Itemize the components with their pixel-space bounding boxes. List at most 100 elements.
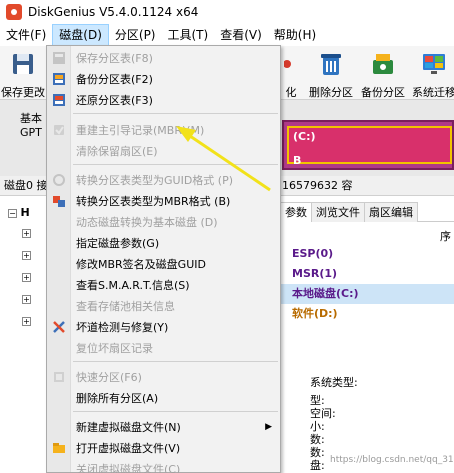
expand-icon[interactable]: +: [22, 228, 31, 238]
backup-table-icon: [53, 73, 65, 85]
app-window: DiskGenius V5.4.0.1124 x64 文件(F) 磁盘(D) 分…: [0, 0, 454, 473]
quick-partition-icon: [54, 372, 64, 382]
column-header: 序: [440, 230, 451, 243]
menu-item-storage-pool-info[interactable]: 查看存储池相关信息: [47, 296, 280, 317]
detail-line: 小:: [310, 420, 325, 433]
menu-item-smart-info[interactable]: 查看S.M.A.R.T.信息(S): [47, 275, 280, 296]
expand-icon[interactable]: +: [22, 316, 31, 326]
save-changes-label: 保存更改: [1, 86, 45, 99]
tree-root-label: H: [20, 206, 30, 219]
backup-partition-label: 备份分区: [361, 86, 405, 99]
app-logo-icon: [6, 4, 22, 20]
expand-icon[interactable]: +: [22, 250, 31, 260]
title-bar: DiskGenius V5.4.0.1124 x64: [0, 0, 454, 24]
save-changes-button[interactable]: 保存更改: [0, 48, 46, 99]
disk-summary: 基本 GPT: [20, 112, 42, 140]
partition-c-name: (C:): [293, 130, 316, 143]
open-vdisk-icon: [53, 443, 65, 453]
menu-help[interactable]: 帮助(H): [268, 24, 322, 46]
details-panel: 参数 浏览文件 扇区编辑 序 ESP(0) MSR(1) 本地磁盘(C:) 软件…: [280, 196, 454, 473]
delete-partition-button[interactable]: 删除分区: [306, 48, 356, 99]
partition-row[interactable]: 软件(D:): [280, 304, 454, 324]
convert-guid-icon: [53, 174, 65, 186]
menu-separator: [73, 164, 278, 165]
disk-style-label: GPT: [20, 126, 42, 139]
menu-item-convert-to-guid[interactable]: 转换分区表类型为GUID格式 (P): [47, 170, 280, 191]
detail-line: 空间:: [310, 407, 336, 420]
tree-root-node[interactable]: − H: [8, 206, 30, 219]
menu-item-open-virtual-disk[interactable]: 打开虚拟磁盘文件(V): [47, 438, 280, 459]
disk-menu-dropdown: 保存分区表(F8) 备份分区表(F2) 还原分区表(F3) 重建主引导记录(MB…: [46, 45, 281, 473]
save-icon: [13, 54, 33, 74]
menu-item-save-partition-table[interactable]: 保存分区表(F8): [47, 48, 280, 69]
system-migrate-button[interactable]: 系统迁移: [410, 48, 454, 99]
menu-item-rebuild-mbr[interactable]: 重建主引导记录(MBR)(M): [47, 120, 280, 141]
disk-tree-panel: − H + + + + +: [0, 196, 50, 473]
menu-item-modify-mbr-signature[interactable]: 修改MBR签名及磁盘GUID: [47, 254, 280, 275]
bad-sector-tools-icon: [53, 321, 65, 333]
menu-file[interactable]: 文件(F): [0, 24, 52, 46]
menu-disk[interactable]: 磁盘(D): [52, 24, 109, 46]
menu-item-restore-partition-table[interactable]: 还原分区表(F3): [47, 90, 280, 111]
convert-mbr-icon: [53, 196, 65, 207]
submenu-arrow-icon: ▶: [265, 422, 272, 432]
detail-line: 型:: [310, 394, 325, 407]
delete-partition-label: 删除分区: [309, 86, 353, 99]
rebuild-mbr-icon: [54, 125, 64, 135]
menu-separator: [73, 113, 278, 114]
menu-separator: [73, 411, 278, 412]
detail-line: 数:: [310, 433, 325, 446]
tab-browse-files[interactable]: 浏览文件: [311, 202, 365, 222]
system-migrate-label: 系统迁移: [412, 86, 454, 99]
detail-line: 数:: [310, 446, 325, 459]
backup-partition-icon: [373, 54, 393, 74]
system-type-label: 系统类型:: [310, 376, 358, 389]
menu-item-reset-bad-sectors[interactable]: 复位坏扇区记录: [47, 338, 280, 359]
expand-icon[interactable]: +: [22, 294, 31, 304]
collapse-icon[interactable]: −: [8, 208, 17, 218]
tree-node[interactable]: +: [22, 226, 31, 239]
menu-item-backup-partition-table[interactable]: 备份分区表(F2): [47, 69, 280, 90]
detail-line: 盘:: [310, 459, 325, 472]
format-button[interactable]: 化: [281, 48, 301, 99]
menu-item-bad-sector-check[interactable]: 坏道检测与修复(Y): [47, 317, 280, 338]
window-title: DiskGenius V5.4.0.1124 x64: [28, 5, 199, 19]
tab-params[interactable]: 参数: [280, 202, 312, 222]
menu-item-dynamic-to-basic[interactable]: 动态磁盘转换为基本磁盘 (D): [47, 212, 280, 233]
disk-status-left: 磁盘0 接: [4, 179, 48, 192]
menu-item-new-virtual-disk[interactable]: 新建虚拟磁盘文件(N) ▶: [47, 417, 280, 438]
menu-item-close-virtual-disk[interactable]: 关闭虚拟磁盘文件(C): [47, 459, 280, 473]
expand-icon[interactable]: +: [22, 272, 31, 282]
menu-item-clear-reserved-sectors[interactable]: 清除保留扇区(E): [47, 141, 280, 162]
delete-partition-icon: [321, 54, 341, 75]
backup-partition-button[interactable]: 备份分区: [358, 48, 408, 99]
tab-sector-editor[interactable]: 扇区编辑: [364, 202, 418, 222]
format-label: 化: [285, 86, 297, 99]
watermark-text: https://blog.csdn.net/qq_31891: [330, 455, 454, 465]
partition-row[interactable]: MSR(1): [280, 264, 454, 284]
menu-bar: 文件(F) 磁盘(D) 分区(P) 工具(T) 查看(V) 帮助(H): [0, 24, 454, 46]
menu-partition[interactable]: 分区(P): [109, 24, 162, 46]
menu-tools[interactable]: 工具(T): [162, 24, 215, 46]
menu-item-delete-all-partitions[interactable]: 删除所有分区(A): [47, 388, 280, 409]
menu-item-convert-to-mbr[interactable]: 转换分区表类型为MBR格式 (B): [47, 191, 280, 212]
menu-item-disk-parameters[interactable]: 指定磁盘参数(G): [47, 233, 280, 254]
disk-type-label: 基本: [20, 112, 42, 125]
partition-row[interactable]: 本地磁盘(C:): [280, 284, 454, 304]
partition-c-block[interactable]: (C:) B: [282, 120, 454, 170]
partition-c-inner: (C:) B: [287, 126, 452, 167]
format-icon: [283, 60, 291, 68]
partition-row[interactable]: ESP(0): [280, 244, 454, 264]
partition-c-size-suffix: B: [293, 154, 302, 167]
partition-list: ESP(0) MSR(1) 本地磁盘(C:) 软件(D:): [280, 244, 454, 324]
tree-node[interactable]: +: [22, 314, 31, 327]
tree-node[interactable]: +: [22, 248, 31, 261]
menu-separator: [73, 361, 278, 362]
tree-node[interactable]: +: [22, 292, 31, 305]
tree-node[interactable]: +: [22, 270, 31, 283]
system-migrate-icon: [423, 54, 445, 74]
partition-c-caption: (C:) B: [293, 130, 316, 168]
details-tabs: 参数 浏览文件 扇区编辑: [280, 202, 454, 222]
menu-view[interactable]: 查看(V): [214, 24, 268, 46]
menu-item-quick-partition[interactable]: 快速分区(F6): [47, 367, 280, 388]
